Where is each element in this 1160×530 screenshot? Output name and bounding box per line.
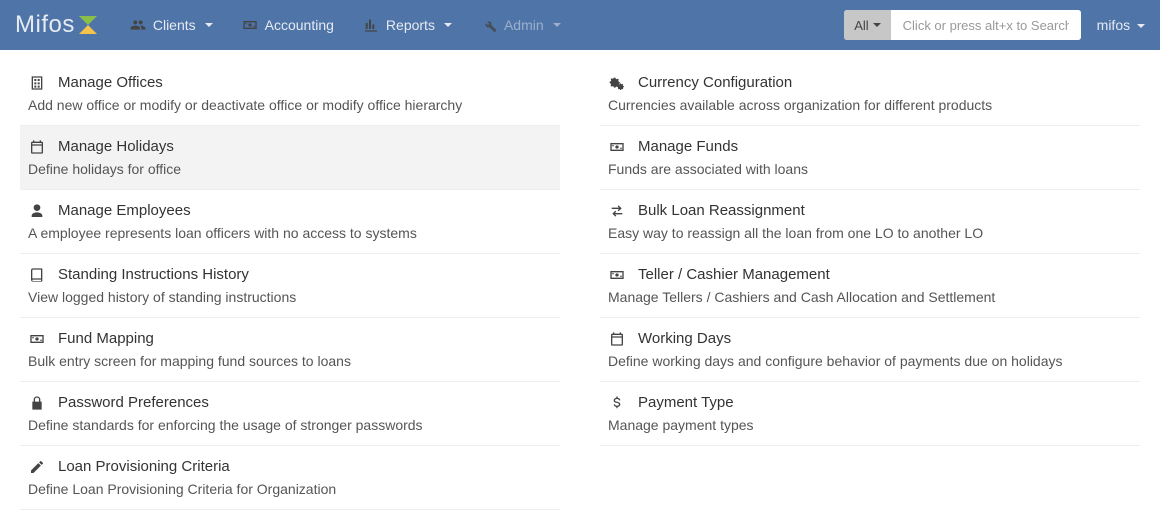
calendar-icon: [28, 139, 46, 155]
money-icon: [608, 267, 626, 283]
navbar: Mifos Clients Accounting Reports Admin A…: [0, 0, 1160, 50]
admin-item-title: Manage Employees: [58, 202, 191, 219]
admin-item-title-row: Payment Type: [608, 394, 1132, 411]
nav-reports-label: Reports: [386, 0, 435, 50]
admin-item-title: Loan Provisioning Criteria: [58, 458, 230, 475]
cogs-icon: [608, 75, 626, 91]
brand-text: Mifos: [15, 11, 75, 39]
exchange-icon: [608, 203, 626, 219]
nav-clients[interactable]: Clients: [115, 0, 227, 50]
admin-item-title: Manage Offices: [58, 74, 163, 91]
admin-item-title-row: Manage Funds: [608, 138, 1132, 155]
caret-icon: [1137, 24, 1145, 28]
admin-item-title: Manage Holidays: [58, 138, 174, 155]
admin-item-manage-employees[interactable]: Manage Employees A employee represents lo…: [20, 190, 560, 254]
admin-item-desc: Manage Tellers / Cashiers and Cash Alloc…: [608, 289, 1132, 305]
admin-content: Manage Offices Add new office or modify o…: [0, 50, 1160, 530]
admin-item-title-row: Manage Offices: [28, 74, 552, 91]
wrench-icon: [480, 17, 498, 33]
user-menu[interactable]: mifos: [1097, 17, 1145, 33]
calendar-icon: [608, 331, 626, 347]
lock-icon: [28, 395, 46, 411]
admin-item-desc: Bulk entry screen for mapping fund sourc…: [28, 353, 552, 369]
admin-item-desc: Easy way to reassign all the loan from o…: [608, 225, 1132, 241]
admin-item-desc: Define holidays for office: [28, 161, 552, 177]
nav-right: All mifos: [844, 10, 1145, 40]
admin-item-title-row: Loan Provisioning Criteria: [28, 458, 552, 475]
admin-item-desc: Funds are associated with loans: [608, 161, 1132, 177]
admin-item-working-days[interactable]: Working Days Define working days and conf…: [600, 318, 1140, 382]
user-menu-label: mifos: [1097, 17, 1130, 33]
admin-item-title-row: Bulk Loan Reassignment: [608, 202, 1132, 219]
admin-item-title-row: Manage Holidays: [28, 138, 552, 155]
admin-item-standing-instructions-history[interactable]: Standing Instructions History View logged…: [20, 254, 560, 318]
admin-item-desc: Add new office or modify or deactivate o…: [28, 97, 552, 113]
admin-item-desc: Manage payment types: [608, 417, 1132, 433]
nav-reports[interactable]: Reports: [348, 0, 466, 50]
nav-clients-label: Clients: [153, 0, 196, 50]
admin-item-manage-holidays[interactable]: Manage Holidays Define holidays for offic…: [20, 126, 560, 190]
admin-item-desc: Define working days and configure behavi…: [608, 353, 1132, 369]
admin-item-desc: Define Loan Provisioning Criteria for Or…: [28, 481, 552, 497]
admin-item-password-preferences[interactable]: Password Preferences Define standards for…: [20, 382, 560, 446]
brand-logo-icon: [79, 16, 97, 34]
users-icon: [129, 17, 147, 33]
admin-item-title-row: Fund Mapping: [28, 330, 552, 347]
admin-item-title: Teller / Cashier Management: [638, 266, 830, 283]
money-icon: [241, 17, 259, 33]
caret-icon: [205, 23, 213, 27]
nav-accounting[interactable]: Accounting: [227, 0, 348, 50]
admin-item-bulk-loan-reassignment[interactable]: Bulk Loan Reassignment Easy way to reassi…: [600, 190, 1140, 254]
nav-admin[interactable]: Admin: [466, 0, 575, 50]
admin-item-title-row: Working Days: [608, 330, 1132, 347]
nav-primary: Clients Accounting Reports Admin: [115, 0, 575, 50]
search-filter-button[interactable]: All: [844, 10, 890, 40]
admin-item-currency-configuration[interactable]: Currency Configuration Currencies availab…: [600, 62, 1140, 126]
admin-item-payment-type[interactable]: Payment Type Manage payment types: [600, 382, 1140, 446]
nav-accounting-label: Accounting: [265, 0, 334, 50]
user-icon: [28, 203, 46, 219]
nav-admin-label: Admin: [504, 0, 544, 50]
admin-item-title: Bulk Loan Reassignment: [638, 202, 805, 219]
admin-item-title-row: Currency Configuration: [608, 74, 1132, 91]
book-icon: [28, 267, 46, 283]
admin-column-right: Currency Configuration Currencies availab…: [600, 62, 1140, 510]
admin-item-title-row: Standing Instructions History: [28, 266, 552, 283]
admin-item-title: Manage Funds: [638, 138, 738, 155]
edit-icon: [28, 459, 46, 475]
money-icon: [28, 331, 46, 347]
dollar-icon: [608, 395, 626, 411]
brand[interactable]: Mifos: [15, 11, 97, 39]
admin-item-manage-offices[interactable]: Manage Offices Add new office or modify o…: [20, 62, 560, 126]
caret-icon: [873, 23, 881, 27]
admin-item-title: Password Preferences: [58, 394, 209, 411]
admin-item-title: Working Days: [638, 330, 731, 347]
admin-item-desc: View logged history of standing instruct…: [28, 289, 552, 305]
admin-item-teller-cashier-management[interactable]: Teller / Cashier Management Manage Teller…: [600, 254, 1140, 318]
admin-item-desc: Define standards for enforcing the usage…: [28, 417, 552, 433]
admin-item-title: Fund Mapping: [58, 330, 154, 347]
admin-column-left: Manage Offices Add new office or modify o…: [20, 62, 560, 510]
search-wrap: All: [844, 10, 1080, 40]
search-filter-label: All: [854, 18, 868, 33]
building-icon: [28, 75, 46, 91]
admin-item-fund-mapping[interactable]: Fund Mapping Bulk entry screen for mappin…: [20, 318, 560, 382]
admin-item-desc: Currencies available across organization…: [608, 97, 1132, 113]
money-icon: [608, 139, 626, 155]
search-input[interactable]: [891, 10, 1081, 40]
caret-icon: [553, 23, 561, 27]
admin-item-title: Standing Instructions History: [58, 266, 249, 283]
admin-item-loan-provisioning-criteria[interactable]: Loan Provisioning Criteria Define Loan Pr…: [20, 446, 560, 510]
chart-icon: [362, 17, 380, 33]
admin-item-title-row: Password Preferences: [28, 394, 552, 411]
admin-item-title: Currency Configuration: [638, 74, 792, 91]
admin-item-manage-funds[interactable]: Manage Funds Funds are associated with lo…: [600, 126, 1140, 190]
admin-item-title-row: Teller / Cashier Management: [608, 266, 1132, 283]
admin-item-title-row: Manage Employees: [28, 202, 552, 219]
admin-item-title: Payment Type: [638, 394, 734, 411]
caret-icon: [444, 23, 452, 27]
admin-item-desc: A employee represents loan officers with…: [28, 225, 552, 241]
